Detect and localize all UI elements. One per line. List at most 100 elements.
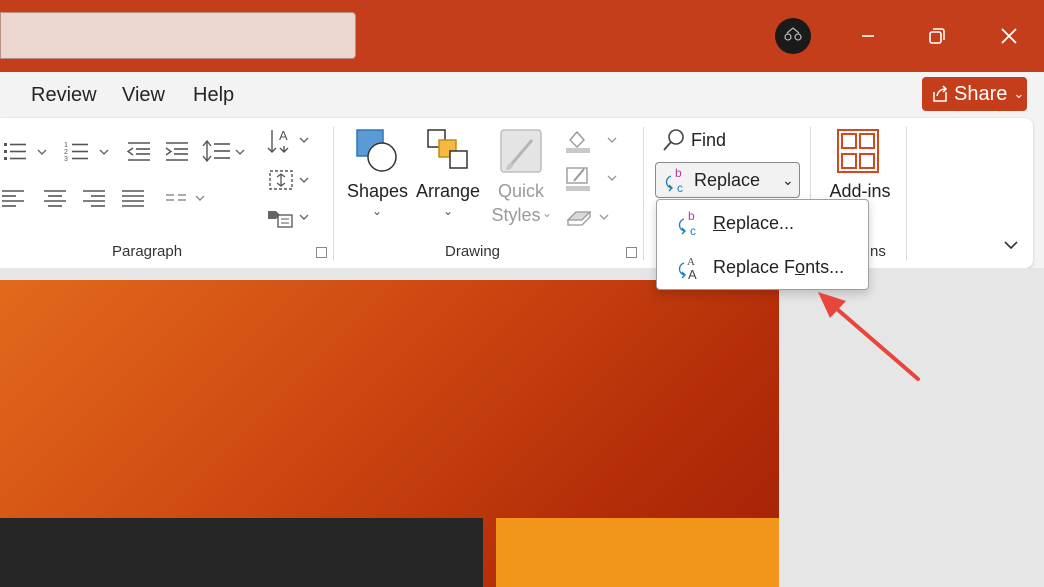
shapes-label: Shapes [347, 181, 409, 201]
replace-fonts-icon: A A [678, 256, 697, 281]
quick-styles-chevron-icon: ⌄ [542, 206, 553, 220]
tab-help[interactable]: Help [193, 84, 234, 107]
shape-effects-button[interactable] [562, 204, 622, 237]
decrease-indent-button[interactable] [124, 138, 154, 169]
menu-item-replace-fonts-label-start: Replace F [713, 256, 796, 277]
minimize-button[interactable] [845, 16, 891, 56]
arrange-icon [427, 129, 468, 169]
svg-text:b: b [675, 166, 682, 180]
replace-chevron-icon: ⌄ [782, 171, 794, 188]
menu-item-replace-accesskey: R [713, 212, 726, 233]
user-avatar[interactable] [775, 18, 811, 54]
add-ins-icon [837, 129, 879, 173]
collapse-ribbon-button[interactable] [1002, 236, 1020, 259]
svg-text:2: 2 [64, 149, 68, 156]
account-icon [784, 27, 802, 41]
align-text-button[interactable] [266, 166, 314, 199]
share-icon [933, 85, 948, 102]
menu-item-replace-fonts-label-end: nts... [805, 256, 845, 277]
decrease-indent-icon [126, 142, 150, 161]
justify-button[interactable] [120, 186, 148, 217]
share-label: Share [954, 82, 1008, 105]
paragraph-group-label: Paragraph [112, 243, 183, 260]
bullets-button[interactable] [0, 138, 52, 169]
svg-text:b: b [688, 209, 695, 223]
text-direction-icon: A [267, 128, 309, 153]
drawing-dialog-launcher-icon[interactable] [626, 247, 637, 258]
line-spacing-button[interactable] [200, 138, 250, 169]
increase-indent-button[interactable] [162, 138, 192, 169]
arrange-label: Arrange [415, 181, 481, 201]
align-left-icon [2, 190, 24, 207]
annotation-arrow-icon [818, 292, 920, 381]
arrange-chevron-icon: ⌄ [443, 204, 454, 218]
svg-text:c: c [677, 181, 683, 194]
search-box[interactable] [0, 12, 356, 59]
replace-icon: b c [678, 209, 696, 237]
text-direction-button[interactable]: A [266, 126, 314, 163]
replace-label: Replace [694, 169, 761, 190]
group-divider [643, 127, 644, 260]
align-left-button[interactable] [0, 186, 28, 217]
align-right-button[interactable] [81, 186, 109, 217]
align-center-button[interactable] [42, 186, 70, 217]
minimize-icon [862, 35, 874, 37]
shape-outline-button[interactable] [562, 164, 622, 199]
menu-item-replace-label: eplace... [726, 212, 795, 233]
menu-item-replace[interactable]: b c Replace... [657, 201, 868, 245]
find-button[interactable]: Find [662, 128, 726, 152]
svg-text:A: A [279, 128, 288, 143]
add-ins-button[interactable]: Add-ins [822, 126, 898, 206]
close-button[interactable] [986, 16, 1032, 56]
slide-orange-block [496, 518, 779, 587]
find-icon [663, 129, 684, 151]
shape-outline-icon [566, 167, 617, 191]
replace-button[interactable]: b c Replace ⌄ [655, 162, 800, 198]
shapes-icon [356, 129, 397, 172]
columns-button[interactable] [162, 186, 212, 217]
group-divider [906, 127, 907, 260]
add-ins-group-label: ns [870, 243, 886, 260]
share-button[interactable]: Share ⌄ [922, 77, 1027, 111]
columns-icon [166, 194, 205, 201]
align-center-icon [44, 190, 66, 207]
quick-styles-label-line2: Styles [491, 205, 541, 225]
quick-styles-icon [500, 129, 542, 173]
smartart-button[interactable] [266, 205, 314, 236]
close-icon [1001, 28, 1017, 44]
chevron-down-icon [1004, 241, 1018, 250]
tab-view[interactable]: View [122, 84, 165, 107]
group-divider [333, 127, 334, 260]
smartart-icon [268, 211, 309, 228]
paragraph-dialog-launcher-icon[interactable] [316, 247, 327, 258]
svg-text:c: c [690, 224, 696, 237]
justify-icon [122, 190, 144, 207]
svg-text:A: A [688, 267, 697, 281]
slide-dark-bar [0, 518, 483, 587]
shape-fill-icon [566, 130, 617, 153]
menu-item-replace-fonts-accesskey: o [795, 256, 806, 277]
replace-dropdown-menu: b c Replace... A A Replace Fo nts... [656, 199, 869, 290]
replace-icon: b c [665, 166, 683, 194]
quick-styles-button[interactable]: Quick Styles ⌄ [488, 126, 554, 226]
restore-button[interactable] [914, 16, 960, 56]
numbering-icon: 123 [64, 142, 109, 163]
numbering-button[interactable]: 123 [62, 138, 114, 169]
share-chevron-icon: ⌄ [1013, 86, 1025, 101]
svg-text:1: 1 [64, 142, 68, 149]
shapes-button[interactable]: Shapes ⌄ [347, 126, 409, 222]
increase-indent-icon [165, 142, 188, 161]
find-label: Find [691, 129, 727, 150]
quick-styles-label-line1: Quick [497, 181, 544, 201]
restore-icon [929, 28, 945, 44]
shape-effects-icon [566, 211, 609, 226]
shape-fill-button[interactable] [562, 126, 622, 161]
arrange-button[interactable]: Arrange ⌄ [414, 126, 482, 222]
drawing-group-label: Drawing [445, 243, 501, 260]
align-right-icon [83, 190, 105, 207]
tab-review[interactable]: Review [31, 84, 97, 107]
svg-text:3: 3 [64, 156, 68, 163]
align-text-icon [269, 170, 309, 190]
shapes-chevron-icon: ⌄ [372, 204, 383, 218]
bullets-icon [4, 143, 47, 160]
